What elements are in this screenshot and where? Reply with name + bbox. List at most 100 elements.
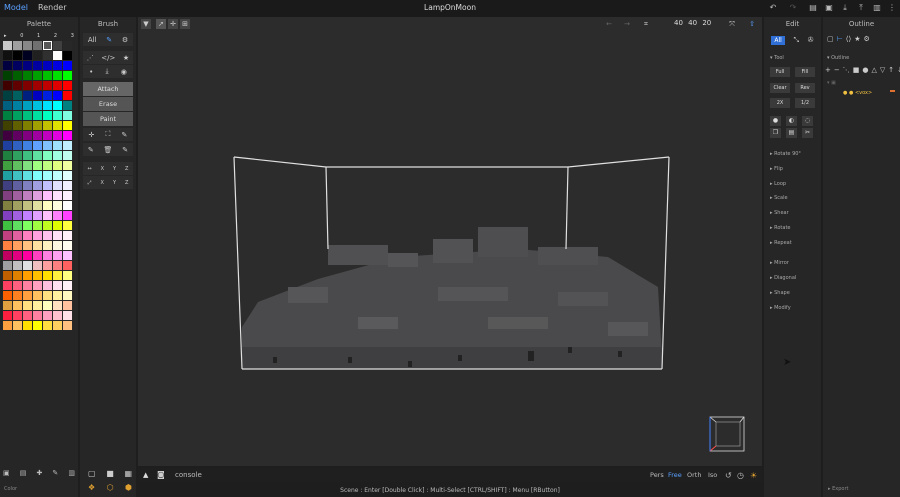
palette-swatch[interactable] [33,221,42,230]
palette-swatch[interactable] [23,81,32,90]
palette-swatch[interactable] [13,211,22,220]
palette-swatch[interactable] [33,71,42,80]
palette-swatch[interactable] [3,291,12,300]
palette-swatch[interactable] [3,251,12,260]
palette-delete-icon[interactable]: ▥ [68,469,75,477]
outline-item-vox[interactable]: ● ● <vox> [843,90,872,96]
palette-swatch[interactable] [63,191,72,200]
palette-swatch[interactable] [13,191,22,200]
palette-swatch[interactable] [23,271,32,280]
palette-swatch[interactable] [13,241,22,250]
clock-icon[interactable]: ◷ [737,471,744,480]
palette-swatch[interactable] [63,221,72,230]
view-orth[interactable]: Orth [687,471,701,479]
outline-page-icon[interactable]: ▢ [827,35,834,43]
palette-swatch[interactable] [13,91,22,100]
palette-swatch[interactable] [53,91,62,100]
minus-icon[interactable]: − [834,66,840,74]
palette-swatch[interactable] [13,301,22,310]
palette-swatch[interactable] [53,151,62,160]
palette-swatch[interactable] [43,141,52,150]
palette-swatch[interactable] [33,61,42,70]
palette-swatch[interactable] [43,221,52,230]
palette-swatch[interactable] [53,171,62,180]
palette-swatch[interactable] [63,291,72,300]
outline-star-icon[interactable]: ★ [854,35,860,43]
palette-swatch[interactable] [23,201,32,210]
palette-tab[interactable]: 3 [71,33,74,41]
palette-swatch[interactable] [63,281,72,290]
modify-section[interactable]: ▸ Modify [770,305,791,311]
palette-swatch[interactable] [13,161,22,170]
palette-swatch[interactable] [3,91,12,100]
palette-tab[interactable]: 1 [37,33,40,41]
palette-swatch[interactable] [53,261,62,270]
palette-swatch[interactable] [63,311,72,320]
circle-half-icon[interactable]: ◐ [786,116,797,126]
dim-y[interactable]: 40 [688,19,697,27]
double-button[interactable]: 2X [770,98,790,108]
palette-swatch[interactable] [63,91,72,100]
palette-swatch[interactable] [23,141,32,150]
palette-swatch[interactable] [33,141,42,150]
palette-swatch[interactable] [3,221,12,230]
palette-swatch[interactable] [33,271,42,280]
palette-swatch[interactable] [53,211,62,220]
palette-swatch[interactable] [63,171,72,180]
palette-swatch[interactable] [43,321,52,330]
visible-icon[interactable]: ● [843,90,847,96]
palette-tab[interactable]: 2 [54,33,57,41]
palette-swatch[interactable] [63,211,72,220]
palette-swatch[interactable] [3,241,12,250]
palette-swatch[interactable] [63,201,72,210]
palette-swatch[interactable] [23,61,32,70]
diagonal-section[interactable]: ▸ Diagonal [770,275,796,281]
edit-wrench-icon[interactable]: ✇ [808,36,814,44]
palette-swatch[interactable] [3,141,12,150]
palette-save-icon[interactable]: ▣ [3,469,10,477]
palette-swatch[interactable] [3,311,12,320]
palette-swatch[interactable] [13,81,22,90]
palette-swatch[interactable] [23,251,32,260]
palette-swatch[interactable] [63,51,72,60]
palette-swatch[interactable] [3,111,12,120]
palette-swatch[interactable] [63,121,72,130]
sun-icon[interactable]: ☀ [750,471,757,480]
circle-full-icon[interactable]: ● [770,116,781,126]
forward-arrow-icon[interactable]: → [622,19,632,29]
mirror-icon[interactable]: ↔ [87,166,91,172]
palette-swatch[interactable] [43,271,52,280]
canvas-dimensions[interactable]: 40 40 20 [674,19,711,27]
group-icon[interactable]: ⋱ [843,66,850,74]
palette-swatch[interactable] [63,81,72,90]
reset-view-icon[interactable]: ↺ [725,471,732,480]
palette-swatch[interactable] [23,221,32,230]
palette-swatch[interactable] [63,151,72,160]
palette-swatch[interactable] [63,231,72,240]
paint-button[interactable]: Paint [83,112,133,126]
palette-swatch[interactable] [43,181,52,190]
palette-swatch[interactable] [23,41,32,50]
palette-swatch[interactable] [33,131,42,140]
cut-icon[interactable]: ✂ [802,128,813,138]
eyedropper-icon[interactable]: ✎ [88,146,94,154]
palette-swatch[interactable] [33,191,42,200]
palette-swatch[interactable] [13,121,22,130]
palette-swatch[interactable] [13,321,22,330]
palette-swatch[interactable] [13,271,22,280]
palette-swatch[interactable] [43,71,52,80]
palette-swatch[interactable] [43,51,52,60]
palette-swatch[interactable] [43,231,52,240]
brush-all-button[interactable]: All [88,36,97,44]
mirror-z[interactable]: Z [125,166,128,172]
palette-swatch[interactable] [23,111,32,120]
palette-swatch[interactable] [53,291,62,300]
palette-swatch[interactable] [43,311,52,320]
gear-icon[interactable]: ⚙ [122,36,128,44]
palette-swatch[interactable] [43,41,52,50]
palette-swatch[interactable] [3,201,12,210]
palette-edit-icon[interactable]: ✎ [52,469,58,477]
import-icon[interactable]: ⤒ [856,3,866,13]
palette-swatch[interactable] [3,261,12,270]
palette-swatch[interactable] [43,291,52,300]
